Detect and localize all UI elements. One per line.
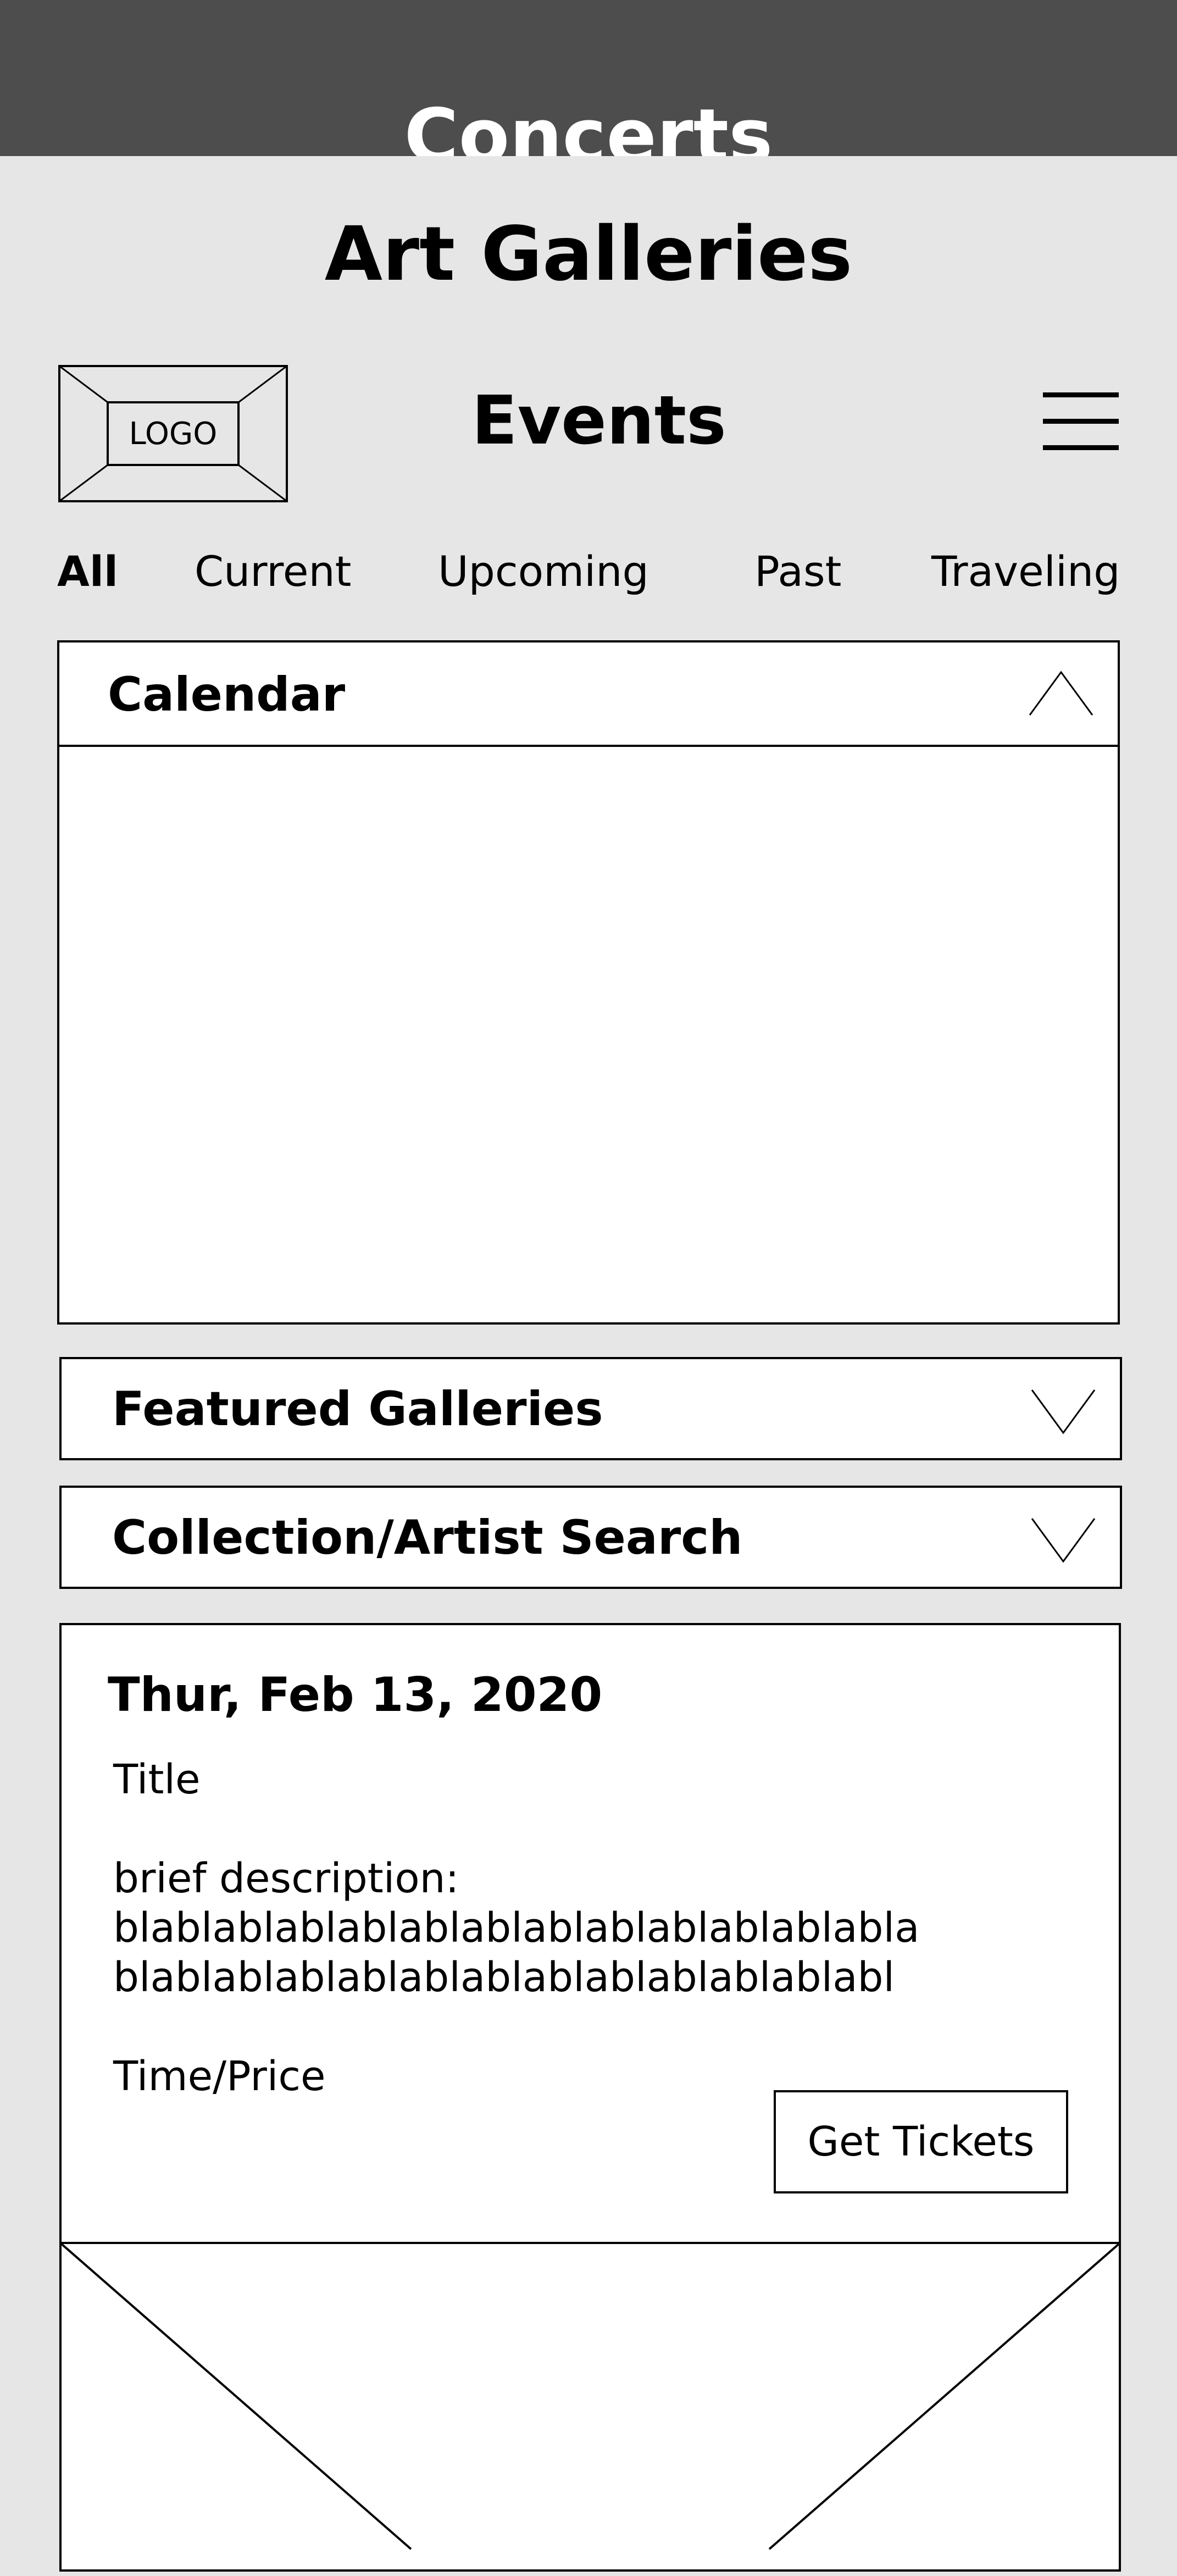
get-tickets-button[interactable]: Get Tickets — [774, 2090, 1068, 2193]
page-title: Art Galleries — [324, 211, 853, 298]
event-card: Thur, Feb 13, 2020 Title brief descripti… — [59, 1623, 1121, 2244]
event-title: Title — [113, 1756, 201, 1803]
chevron-down-icon — [1031, 1518, 1096, 1563]
overlay-header-bar: Concerts — [0, 0, 1177, 156]
event-description-line-1: blablablablablablablablablablablablabla — [113, 1904, 920, 1952]
event-description-line-2: blablablablablablablablablablablablabl — [113, 1954, 895, 2001]
collection-artist-search-title: Collection/Artist Search — [112, 1510, 743, 1565]
logo[interactable]: LOGO — [58, 365, 288, 502]
menu-button[interactable] — [1043, 390, 1119, 452]
calendar-panel: Calendar — [57, 640, 1120, 1325]
header-title: Events — [471, 381, 726, 459]
overlay-title: Concerts — [404, 93, 773, 156]
tab-past[interactable]: Past — [754, 544, 841, 599]
event-date: Thur, Feb 13, 2020 — [108, 1668, 603, 1722]
event-description-label: brief description: — [113, 1855, 459, 1902]
calendar-header[interactable]: Calendar — [59, 642, 1118, 747]
calendar-title: Calendar — [108, 667, 346, 722]
hamburger-menu-icon — [1043, 392, 1119, 450]
event-image-placeholder — [59, 2242, 1121, 2572]
chevron-down-icon — [1031, 1389, 1096, 1434]
collection-artist-search-accordion[interactable]: Collection/Artist Search — [59, 1486, 1122, 1589]
featured-galleries-accordion[interactable]: Featured Galleries — [59, 1357, 1122, 1460]
chevron-up-icon — [1029, 671, 1093, 716]
tab-current[interactable]: Current — [195, 544, 351, 599]
featured-galleries-title: Featured Galleries — [112, 1382, 603, 1437]
tab-all[interactable]: All — [57, 544, 118, 599]
event-time-price: Time/Price — [113, 2053, 326, 2100]
calendar-body[interactable] — [59, 747, 1118, 1325]
tab-traveling[interactable]: Traveling — [931, 544, 1120, 599]
logo-label: LOGO — [129, 416, 218, 452]
tab-upcoming[interactable]: Upcoming — [438, 544, 649, 599]
image-placeholder-icon — [60, 2243, 1120, 2550]
